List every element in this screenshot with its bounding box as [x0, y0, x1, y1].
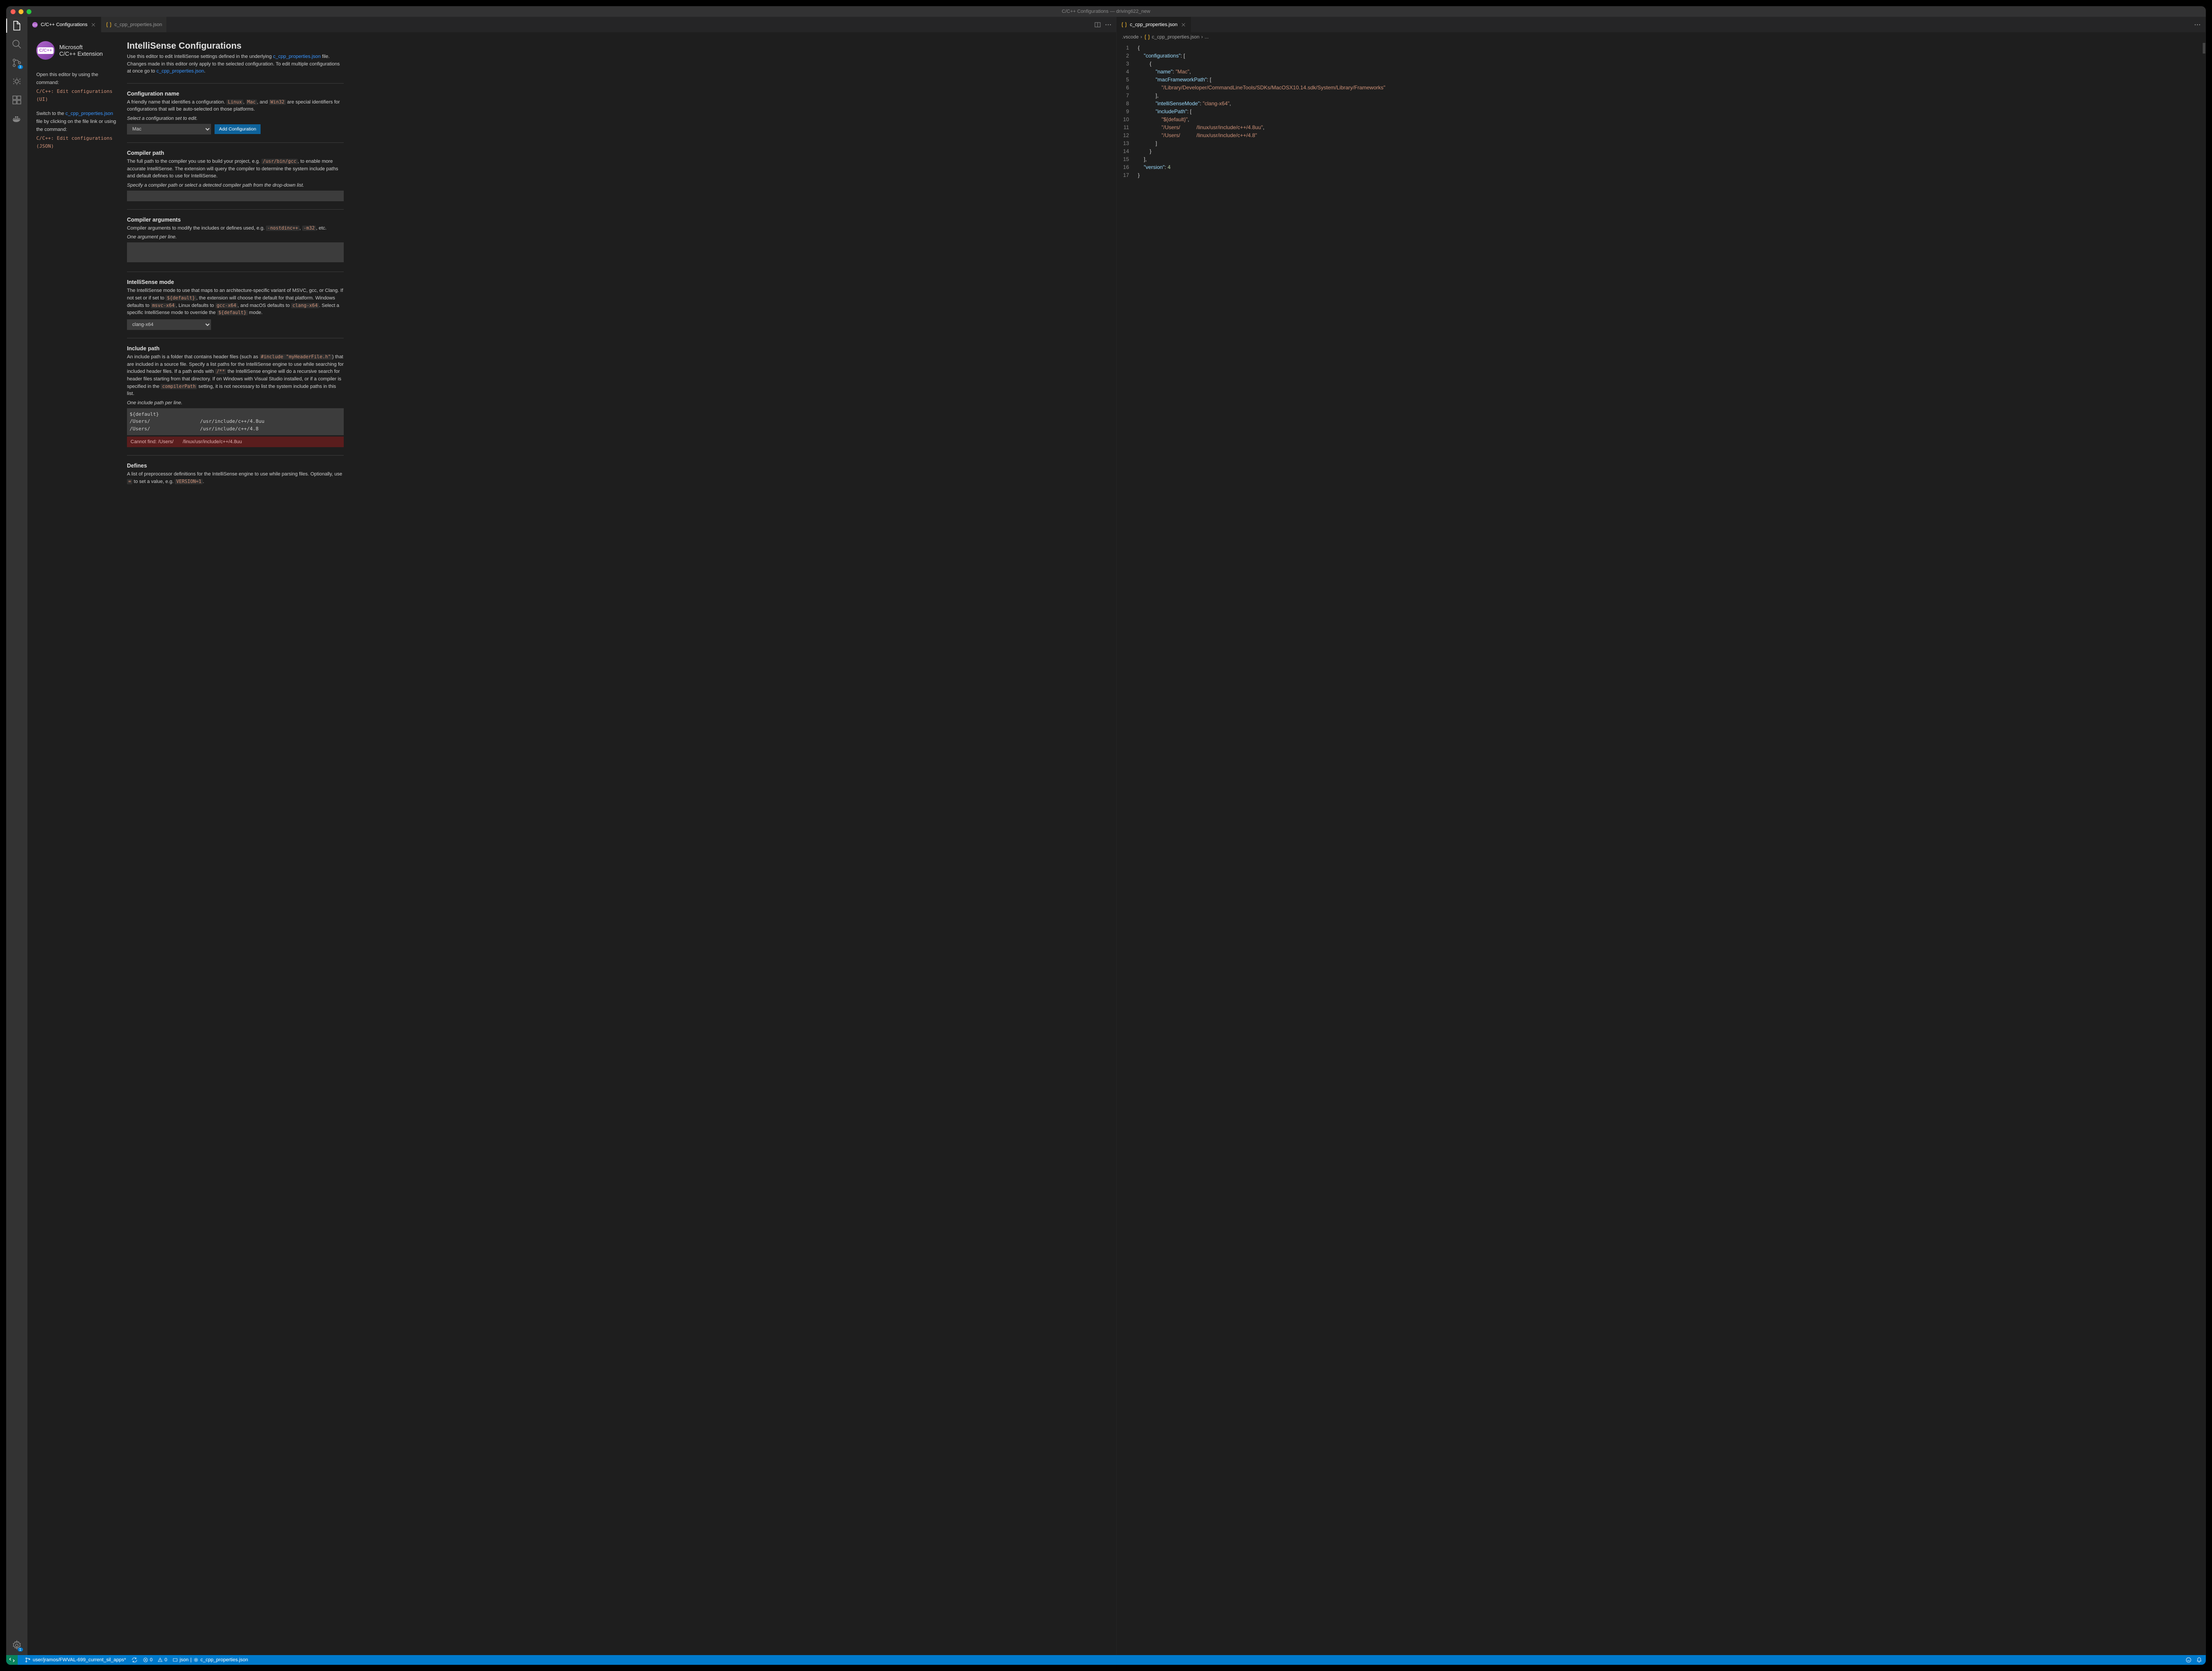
problems[interactable]: 0 0: [143, 1657, 167, 1663]
json-icon: [1144, 34, 1150, 40]
activity-bar: 3 1: [6, 17, 27, 1655]
logo-subtitle: C/C++ Extension: [59, 50, 103, 57]
code-editor[interactable]: 1234567891011121314151617 { "configurati…: [1117, 42, 2205, 179]
tab-json-left[interactable]: c_cpp_properties.json: [101, 17, 167, 32]
explorer-icon[interactable]: [12, 20, 22, 31]
zoom-window[interactable]: [27, 9, 31, 14]
window-title: C/C++ Configurations — driving622_new: [1062, 9, 1150, 14]
more-icon[interactable]: [2194, 21, 2201, 28]
tab-bar-left: C++ C/C++ Configurations c_cpp_propertie…: [27, 17, 1116, 32]
notifications-icon[interactable]: [2196, 1657, 2202, 1663]
minimap[interactable]: [2203, 42, 2205, 179]
breadcrumbs[interactable]: .vscode› c_cpp_properties.json›...: [1117, 32, 2205, 42]
close-icon[interactable]: [1180, 22, 1187, 28]
section-intellisense-mode: IntelliSense mode: [127, 279, 344, 285]
side-open-cmd: C/C++: Edit configurations (UI): [36, 88, 118, 103]
page-intro: Use this editor to edit IntelliSense set…: [127, 53, 344, 75]
tab-label: c_cpp_properties.json: [115, 22, 162, 27]
tab-cpp-configs[interactable]: C++ C/C++ Configurations: [27, 17, 101, 32]
extensions-icon[interactable]: [12, 95, 22, 105]
json-file-link[interactable]: c_cpp_properties.json: [65, 111, 113, 116]
tab-label: C/C++ Configurations: [41, 22, 88, 27]
settings-badge: 1: [18, 1648, 23, 1652]
split-editor-icon[interactable]: [1094, 21, 1101, 28]
tab-label: c_cpp_properties.json: [1130, 22, 1178, 27]
include-path-input[interactable]: ${default} /Users/ /usr/include/c++/4.8u…: [127, 408, 344, 436]
sync-icon[interactable]: [131, 1657, 138, 1663]
json-icon: [1121, 22, 1127, 28]
section-config-name: Configuration name: [127, 91, 344, 97]
close-window[interactable]: [11, 9, 15, 14]
git-branch[interactable]: user/jramos/FWVAL-699_current_sil_apps*: [25, 1657, 126, 1663]
extension-logo: C/C++ Microsoft C/C++ Extension: [36, 41, 118, 60]
docker-icon[interactable]: [12, 113, 22, 124]
include-path-error: Cannot find: /Users//linux/usr/include/c…: [127, 437, 344, 447]
tab-bar-right: c_cpp_properties.json: [1117, 17, 2205, 32]
search-icon[interactable]: [12, 39, 22, 50]
settings-gear-icon[interactable]: 1: [12, 1640, 22, 1651]
section-defines: Defines: [127, 463, 344, 469]
line-numbers: 1234567891011121314151617: [1117, 42, 1136, 179]
side-open-text: Open this editor by using the command:: [36, 72, 98, 85]
language-mode[interactable]: json | c_cpp_properties.json: [173, 1657, 248, 1663]
add-configuration-button[interactable]: Add Configuration: [215, 124, 261, 134]
section-compiler-path: Compiler path: [127, 150, 344, 156]
feedback-icon[interactable]: [2185, 1657, 2192, 1663]
debug-icon[interactable]: [12, 76, 22, 87]
svg-text:C++: C++: [33, 24, 37, 27]
intellisense-mode-select[interactable]: clang-x64: [127, 319, 211, 330]
close-icon[interactable]: [90, 22, 96, 28]
status-bar: user/jramos/FWVAL-699_current_sil_apps* …: [6, 1655, 2206, 1665]
minimize-window[interactable]: [19, 9, 23, 14]
scm-badge: 3: [18, 65, 23, 69]
section-include-path: Include path: [127, 345, 344, 352]
more-icon[interactable]: [1105, 21, 1112, 28]
titlebar: C/C++ Configurations — driving622_new: [6, 6, 2206, 17]
compiler-path-input[interactable]: [127, 191, 344, 201]
cpp-icon: C++: [32, 22, 38, 28]
source-control-icon[interactable]: 3: [12, 57, 22, 68]
compiler-args-input[interactable]: [127, 242, 344, 262]
remote-indicator[interactable]: [6, 1655, 18, 1665]
json-icon: [106, 22, 112, 28]
config-editor[interactable]: C/C++ Microsoft C/C++ Extension Open thi…: [27, 32, 1116, 1655]
side-switch-cmd: C/C++: Edit configurations (JSON): [36, 134, 118, 150]
section-compiler-args: Compiler arguments: [127, 217, 344, 223]
page-title: IntelliSense Configurations: [127, 41, 344, 51]
tab-json-right[interactable]: c_cpp_properties.json: [1117, 17, 1191, 32]
config-select[interactable]: Mac: [127, 124, 211, 134]
logo-title: Microsoft: [59, 44, 103, 50]
